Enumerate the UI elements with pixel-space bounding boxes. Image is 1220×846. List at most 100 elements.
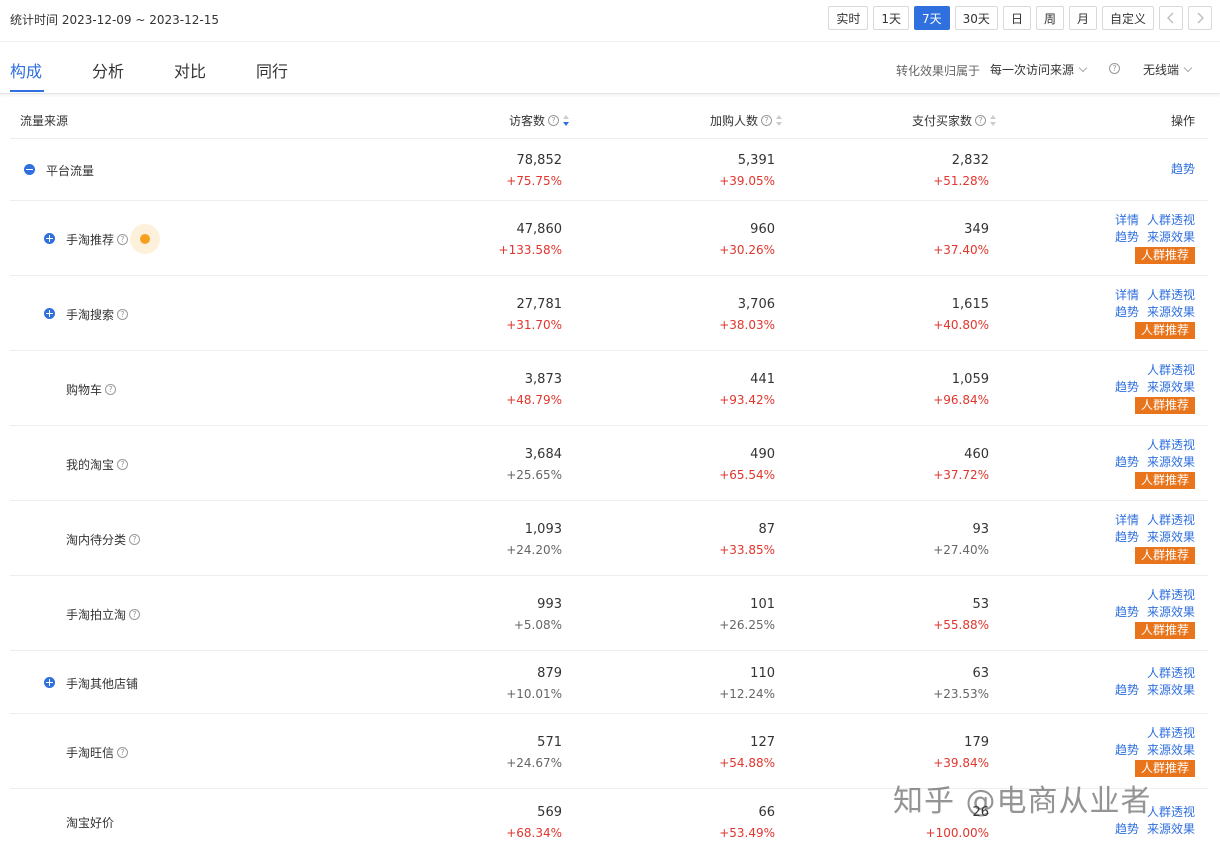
tab-analysis[interactable]: 分析 xyxy=(92,58,124,82)
row-action-link[interactable]: 人群透视 xyxy=(1147,805,1195,819)
row-action-link[interactable]: 趋势 xyxy=(1115,230,1139,244)
crowd-recommend-button[interactable]: 人群推荐 xyxy=(1134,622,1195,639)
cart-change: +65.54% xyxy=(719,468,775,482)
row-action-link[interactable]: 趋势 xyxy=(1115,605,1139,619)
highlight-marker xyxy=(130,224,160,254)
cart-change: +39.05% xyxy=(719,174,775,188)
help-icon[interactable]: ? xyxy=(975,115,987,126)
row-action-link[interactable]: 人群透视 xyxy=(1147,513,1195,527)
column-header-cart[interactable]: 加购人数? xyxy=(710,112,783,129)
range-month-button[interactable]: 月 xyxy=(1068,6,1097,30)
date-range-group: 实时 1天 7天 30天 日 周 月 自定义 xyxy=(828,6,1212,30)
buyers-change: +37.40% xyxy=(933,243,989,257)
attribution-select[interactable]: 每一次访问来源 xyxy=(990,61,1088,78)
crowd-recommend-button[interactable]: 人群推荐 xyxy=(1134,322,1195,339)
expand-icon[interactable] xyxy=(44,677,55,688)
help-icon[interactable]: ? xyxy=(129,534,141,545)
range-day-button[interactable]: 日 xyxy=(1002,6,1031,30)
row-action-link[interactable]: 人群透视 xyxy=(1147,213,1195,227)
help-icon[interactable]: ? xyxy=(548,115,560,126)
visitors-value: 78,852 xyxy=(516,153,563,168)
row-action-link[interactable]: 趋势 xyxy=(1115,530,1139,544)
row-action-link[interactable]: 人群透视 xyxy=(1147,288,1195,302)
row-action-link[interactable]: 趋势 xyxy=(1115,743,1139,757)
range-custom-button[interactable]: 自定义 xyxy=(1101,6,1154,30)
row-action-link[interactable]: 详情 xyxy=(1115,213,1139,227)
row-action-link[interactable]: 来源效果 xyxy=(1147,455,1195,469)
row-action-link[interactable]: 人群透视 xyxy=(1147,438,1195,452)
buyers-value: 2,832 xyxy=(951,153,989,168)
row-action-link[interactable]: 趋势 xyxy=(1171,162,1195,176)
row-action-link[interactable]: 趋势 xyxy=(1115,683,1139,697)
sort-icon[interactable] xyxy=(990,114,997,127)
visitors-value: 3,684 xyxy=(524,447,562,462)
help-icon[interactable]: ? xyxy=(105,384,117,395)
next-period-button[interactable] xyxy=(1188,6,1212,30)
row-action-link[interactable]: 来源效果 xyxy=(1147,305,1195,319)
row-action-link[interactable]: 来源效果 xyxy=(1147,530,1195,544)
row-action-link[interactable]: 趋势 xyxy=(1115,455,1139,469)
row-action-link[interactable]: 人群透视 xyxy=(1147,588,1195,602)
crowd-recommend-button[interactable]: 人群推荐 xyxy=(1134,472,1195,489)
tab-peers[interactable]: 同行 xyxy=(256,58,288,82)
range-7day-button[interactable]: 7天 xyxy=(914,6,950,30)
help-icon[interactable]: ? xyxy=(1109,63,1120,74)
help-icon[interactable]: ? xyxy=(117,459,129,470)
tab-composition[interactable]: 构成 xyxy=(10,58,42,82)
help-icon[interactable]: ? xyxy=(117,309,129,320)
row-action-link[interactable]: 来源效果 xyxy=(1147,380,1195,394)
source-name: 手淘拍立淘? xyxy=(66,606,141,623)
column-header-buyers[interactable]: 支付买家数? xyxy=(912,112,997,129)
expand-icon[interactable] xyxy=(44,308,55,319)
row-action-link[interactable]: 来源效果 xyxy=(1147,683,1195,697)
crowd-recommend-button[interactable]: 人群推荐 xyxy=(1134,547,1195,564)
row-action-link[interactable]: 趋势 xyxy=(1115,822,1139,836)
row-action-link[interactable]: 详情 xyxy=(1115,513,1139,527)
visitors-change: +10.01% xyxy=(506,687,562,701)
buyers-change: +96.84% xyxy=(933,393,989,407)
row-action-link[interactable]: 人群透视 xyxy=(1147,726,1195,740)
visitors-value: 27,781 xyxy=(516,297,563,312)
column-header-visitors[interactable]: 访客数? xyxy=(509,112,570,129)
tab-compare[interactable]: 对比 xyxy=(174,58,206,82)
range-realtime-button[interactable]: 实时 xyxy=(828,6,869,30)
cart-change: +53.49% xyxy=(719,826,775,840)
crowd-recommend-button[interactable]: 人群推荐 xyxy=(1134,760,1195,777)
help-icon[interactable]: ? xyxy=(129,609,141,620)
sort-icon[interactable] xyxy=(563,114,570,127)
row-action-link[interactable]: 趋势 xyxy=(1115,305,1139,319)
row-action-link[interactable]: 趋势 xyxy=(1115,380,1139,394)
sort-icon[interactable] xyxy=(776,114,783,127)
visitors-value: 993 xyxy=(537,597,562,612)
device-select[interactable]: 无线端 xyxy=(1143,61,1193,78)
range-week-button[interactable]: 周 xyxy=(1035,6,1064,30)
source-name: 淘内待分类? xyxy=(66,531,141,548)
row-action-link[interactable]: 来源效果 xyxy=(1147,230,1195,244)
prev-period-button[interactable] xyxy=(1159,6,1183,30)
expand-icon[interactable] xyxy=(44,233,55,244)
row-action-link[interactable]: 人群透视 xyxy=(1147,363,1195,377)
crowd-recommend-button[interactable]: 人群推荐 xyxy=(1134,247,1195,264)
table-row: 淘内待分类? 1,093 +24.20% 87 +33.85% 93 +27.40% 详情 人群… xyxy=(10,501,1208,576)
row-action-link[interactable]: 人群透视 xyxy=(1147,666,1195,680)
cart-value: 5,391 xyxy=(737,153,775,168)
help-icon[interactable]: ? xyxy=(117,747,129,758)
row-actions: 详情 人群透视 趋势 来源效果人群推荐 xyxy=(1115,512,1195,564)
help-icon[interactable]: ? xyxy=(117,234,129,245)
row-action-link[interactable]: 详情 xyxy=(1115,288,1139,302)
cart-change: +38.03% xyxy=(719,318,775,332)
table-row: 手淘旺信? 571 +24.67% 127 +54.88% 179 +39.84% 人群透视趋… xyxy=(10,714,1208,789)
row-action-link[interactable]: 来源效果 xyxy=(1147,605,1195,619)
source-name: 手淘旺信? xyxy=(66,744,129,761)
buyers-change: +51.28% xyxy=(933,174,989,188)
help-icon[interactable]: ? xyxy=(761,115,773,126)
top-bar: 统计时间 2023-12-09 ~ 2023-12-15 实时 1天 7天 30… xyxy=(0,0,1220,42)
crowd-recommend-button[interactable]: 人群推荐 xyxy=(1134,397,1195,414)
visitors-change: +68.34% xyxy=(506,826,562,840)
range-30day-button[interactable]: 30天 xyxy=(954,6,998,30)
range-1day-button[interactable]: 1天 xyxy=(873,6,910,30)
row-action-link[interactable]: 来源效果 xyxy=(1147,822,1195,836)
visitors-change: +48.79% xyxy=(506,393,562,407)
row-action-link[interactable]: 来源效果 xyxy=(1147,743,1195,757)
collapse-icon[interactable] xyxy=(24,164,35,175)
